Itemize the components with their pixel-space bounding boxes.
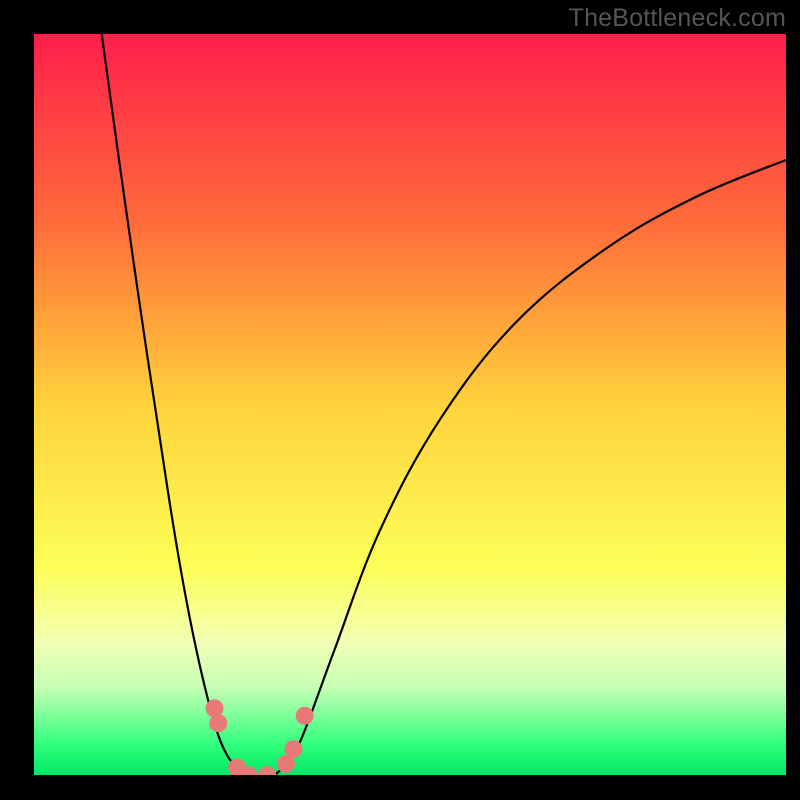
- curve-bottleneck-curve-left: [102, 34, 249, 775]
- chart-svg: [34, 34, 786, 775]
- chart-frame: TheBottleneck.com: [0, 0, 800, 800]
- data-point: [296, 707, 314, 725]
- data-point: [258, 766, 276, 775]
- curve-bottleneck-curve-right: [275, 160, 786, 775]
- data-point: [209, 714, 227, 732]
- watermark-text: TheBottleneck.com: [569, 4, 786, 33]
- data-point: [284, 740, 302, 758]
- plot-area: [34, 34, 786, 775]
